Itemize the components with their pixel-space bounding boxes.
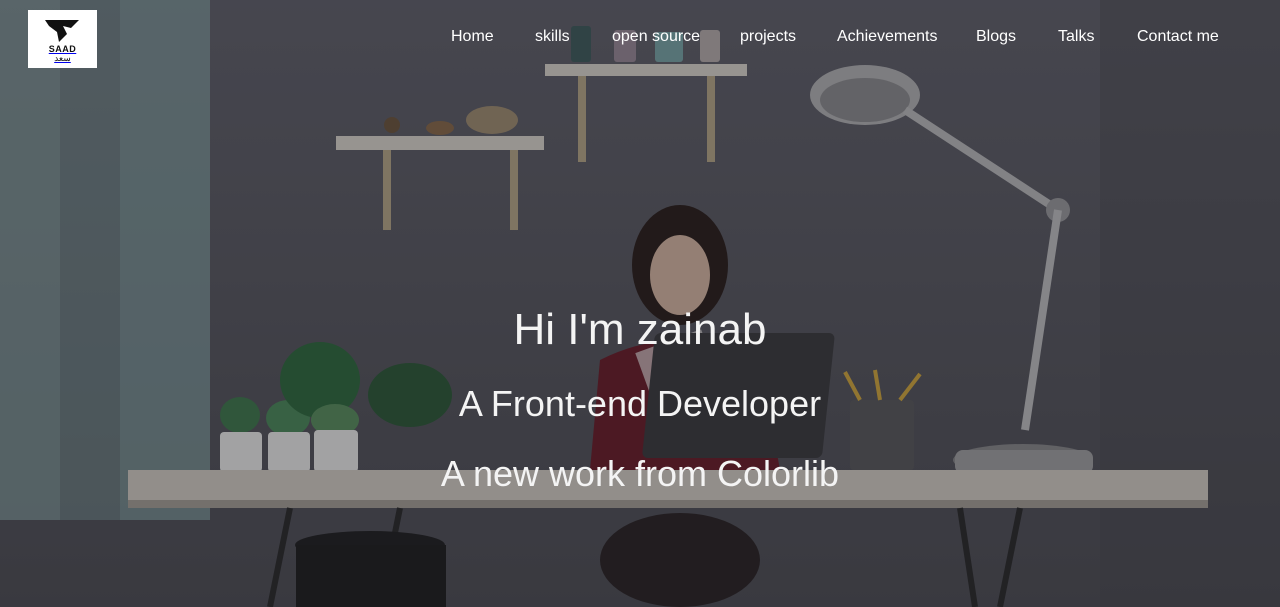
hero-section <box>0 0 1280 607</box>
nav-link-achievements[interactable]: Achievements <box>837 28 938 46</box>
nav-link-blogs[interactable]: Blogs <box>976 28 1016 46</box>
logo-subtext: سعد <box>54 52 71 63</box>
nav-link-home[interactable]: Home <box>451 28 494 46</box>
nav-link-projects[interactable]: projects <box>740 28 796 46</box>
hero-dark-overlay <box>0 0 1280 607</box>
nav-link-open-source[interactable]: open source <box>612 28 700 46</box>
nav-link-skills[interactable]: skills <box>535 28 570 46</box>
nav-link-talks[interactable]: Talks <box>1058 28 1094 46</box>
main-nav: Home skills open source projects Achieve… <box>0 28 1280 48</box>
nav-link-contact[interactable]: Contact me <box>1137 28 1219 46</box>
hero-greeting: Hi I'm zainab <box>513 305 767 354</box>
hero-tagline: A new work from Colorlib <box>440 453 840 494</box>
hero-role: A Front-end Developer <box>458 383 822 424</box>
